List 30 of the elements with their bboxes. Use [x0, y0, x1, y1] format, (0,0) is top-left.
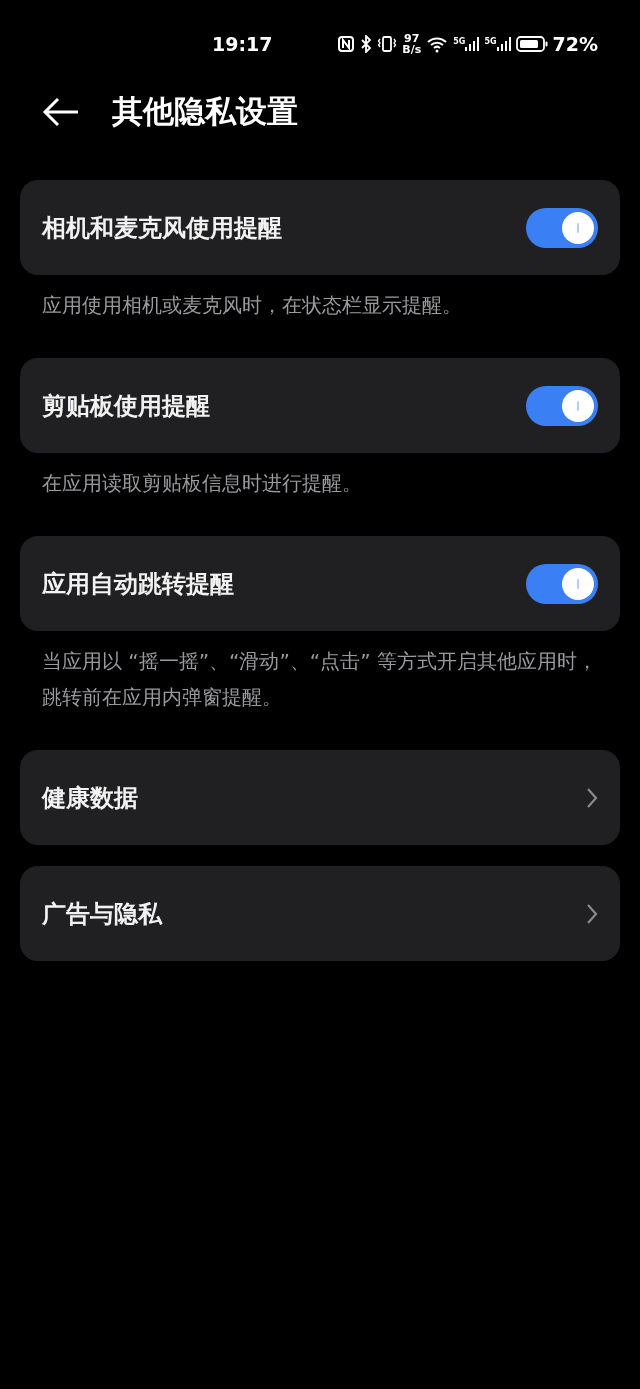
setting-label: 应用自动跳转提醒	[42, 568, 234, 600]
status-time: 19:17	[212, 33, 273, 55]
toggle-switch[interactable]	[526, 207, 598, 248]
toggle-switch[interactable]	[526, 385, 598, 426]
battery-percent: 72%	[552, 33, 598, 55]
sim-network-label: 5G	[453, 37, 466, 46]
wifi-icon	[426, 35, 449, 53]
setting-card[interactable]: 健康数据	[20, 750, 620, 845]
page-title: 其他隐私设置	[112, 92, 298, 131]
back-arrow-icon[interactable]	[42, 97, 80, 127]
signal-icon	[465, 37, 480, 51]
sim-network-label: 5G	[484, 37, 497, 46]
toggle-switch[interactable]	[526, 563, 598, 604]
nfc-icon	[337, 35, 356, 53]
setting-description: 应用使用相机或麦克风时，在状态栏显示提醒。	[41, 292, 463, 319]
setting-description: 在应用读取剪贴板信息时进行提醒。	[41, 470, 363, 497]
setting-label: 剪贴板使用提醒	[42, 390, 210, 422]
signal-icon	[496, 37, 511, 51]
net-speed-value: 97	[404, 33, 420, 44]
setting-card[interactable]: 广告与隐私	[20, 866, 620, 961]
battery-icon	[515, 35, 548, 53]
vibrate-icon	[377, 35, 398, 53]
setting-label: 广告与隐私	[42, 898, 162, 930]
setting-description: 当应用以 “摇一摇”、“滑动”、“点击” 等方式开启其他应用时，跳转前在应用内弹窗提醒。	[41, 648, 598, 711]
setting-label: 健康数据	[42, 782, 138, 814]
bluetooth-icon	[360, 35, 373, 53]
chevron-right-icon	[586, 902, 598, 925]
net-speed-unit: B/s	[402, 44, 422, 55]
setting-label: 相机和麦克风使用提醒	[42, 212, 282, 244]
chevron-right-icon	[586, 786, 598, 809]
